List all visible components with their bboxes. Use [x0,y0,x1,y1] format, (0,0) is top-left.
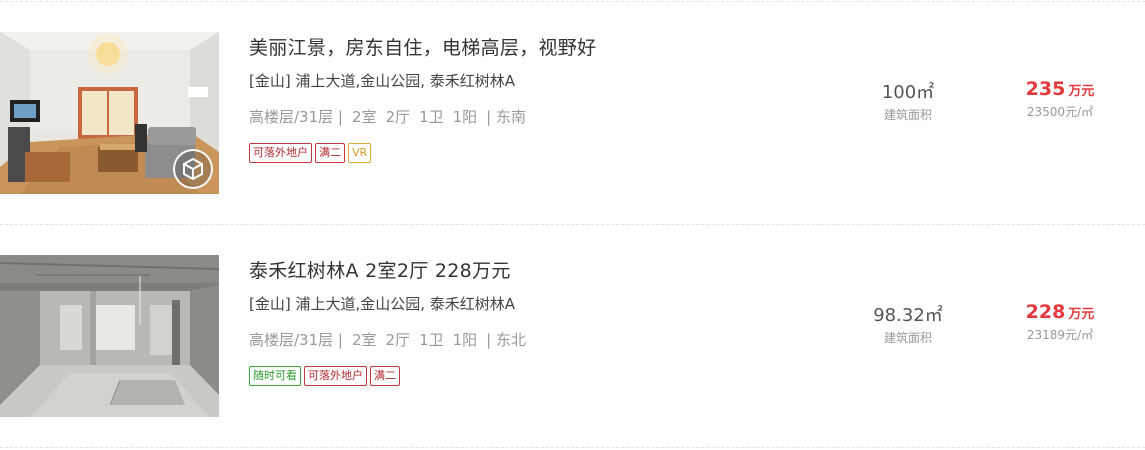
listing-divider [0,224,1145,225]
area-value: 98.32㎡ [873,305,943,326]
listing-address[interactable]: [金山] 浦上大道,金山公园, 泰禾红树林A [249,293,515,314]
bath-count: 1卫 [419,108,444,126]
price-block: 228 万元 23189元/㎡ [1000,301,1120,343]
floor-info: 高楼层/31层 | [249,331,343,349]
total-price: 228 万元 [1000,301,1120,323]
vr-icon[interactable] [173,149,213,189]
balcony-count: 1阳 [452,108,478,126]
room-count: 2室 [351,331,377,349]
tag-two-years: 满二 [370,366,400,386]
hall-count: 2厅 [385,108,411,126]
orientation: | 东南 [486,108,526,126]
room-count: 2室 [351,108,377,126]
tag-hukou: 可落外地户 [304,366,367,386]
listing-photo[interactable] [0,32,219,194]
listing-item[interactable]: 泰禾红树林A 2室2厅 228万元 [金山] 浦上大道,金山公园, 泰禾红树林A… [0,255,1145,417]
unfinished-room-image [0,255,219,417]
area-block: 98.32㎡ 建筑面积 [848,301,968,346]
total-price: 235 万元 [1000,78,1120,100]
listing-photo[interactable] [0,255,219,417]
area-block: 100㎡ 建筑面积 [848,78,968,123]
balcony-count: 1阳 [452,331,478,349]
floor-info: 高楼层/31层 | [249,108,343,126]
area-label: 建筑面积 [883,331,932,345]
area-value: 100㎡ [881,82,935,103]
price-number: 228 [1025,301,1066,323]
listing-tags: 可落外地户 满二 VR [249,143,372,163]
area-label: 建筑面积 [883,108,932,122]
tag-vr: VR [348,143,372,163]
bath-count: 1卫 [419,331,444,349]
tag-two-years: 满二 [315,143,345,163]
hall-count: 2厅 [385,331,411,349]
orientation: | 东北 [486,331,526,349]
listing-title[interactable]: 美丽江景，房东自住，电梯高层，视野好 [249,33,596,60]
price-unit: 万元 [1068,307,1095,322]
listing-address[interactable]: [金山] 浦上大道,金山公园, 泰禾红树林A [249,70,515,91]
tag-hukou: 可落外地户 [249,143,312,163]
price-unit: 万元 [1068,84,1095,99]
price-number: 235 [1025,78,1066,100]
listing-tags: 随时可看 可落外地户 满二 [249,366,400,386]
listing-attributes: 高楼层/31层 | 2室 2厅 1卫 1阳 | 东北 [249,329,535,350]
listing-attributes: 高楼层/31层 | 2室 2厅 1卫 1阳 | 东南 [249,106,535,127]
price-block: 235 万元 23500元/㎡ [1000,78,1120,120]
listing-item[interactable]: 美丽江景，房东自住，电梯高层，视野好 [金山] 浦上大道,金山公园, 泰禾红树林… [0,32,1145,194]
unit-price: 23189元/㎡ [1026,328,1094,342]
unit-price: 23500元/㎡ [1026,105,1094,119]
listing-title[interactable]: 泰禾红树林A 2室2厅 228万元 [249,256,511,283]
listing-divider [0,447,1145,448]
tag-viewable-anytime: 随时可看 [249,366,301,386]
listing-divider [0,1,1145,2]
